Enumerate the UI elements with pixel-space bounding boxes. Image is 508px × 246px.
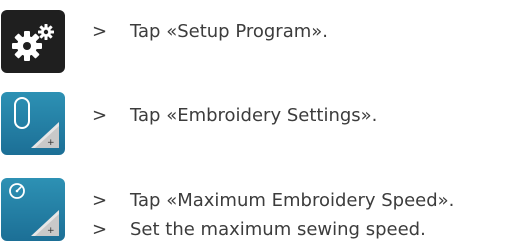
- step-marker: >: [92, 190, 108, 211]
- step-embroidery-settings: > Tap «Embroidery Settings».: [92, 105, 377, 127]
- speedometer-icon: +: [9, 183, 59, 236]
- step-setup-program: > Tap «Setup Program».: [92, 21, 328, 43]
- step-marker: >: [92, 105, 108, 126]
- step-text: Tap «Setup Program».: [130, 21, 328, 42]
- setup-program-button[interactable]: [1, 10, 65, 73]
- step-maximum-speed: > Tap «Maximum Embroidery Speed».: [92, 190, 454, 212]
- svg-text:+: +: [47, 138, 55, 148]
- step-marker: >: [92, 21, 108, 42]
- embroidery-settings-button[interactable]: +: [1, 92, 65, 155]
- embroidery-hoop-icon: +: [14, 97, 59, 148]
- step-marker: >: [92, 219, 108, 240]
- step-set-sewing-speed: > Set the maximum sewing speed.: [92, 219, 426, 241]
- step-text: Tap «Maximum Embroidery Speed».: [130, 190, 455, 211]
- svg-text:+: +: [47, 226, 55, 236]
- step-text: Set the maximum sewing speed.: [130, 219, 426, 240]
- step-text: Tap «Embroidery Settings».: [130, 105, 378, 126]
- max-embroidery-speed-button[interactable]: +: [1, 178, 65, 241]
- setup-gear-icon: [12, 24, 54, 61]
